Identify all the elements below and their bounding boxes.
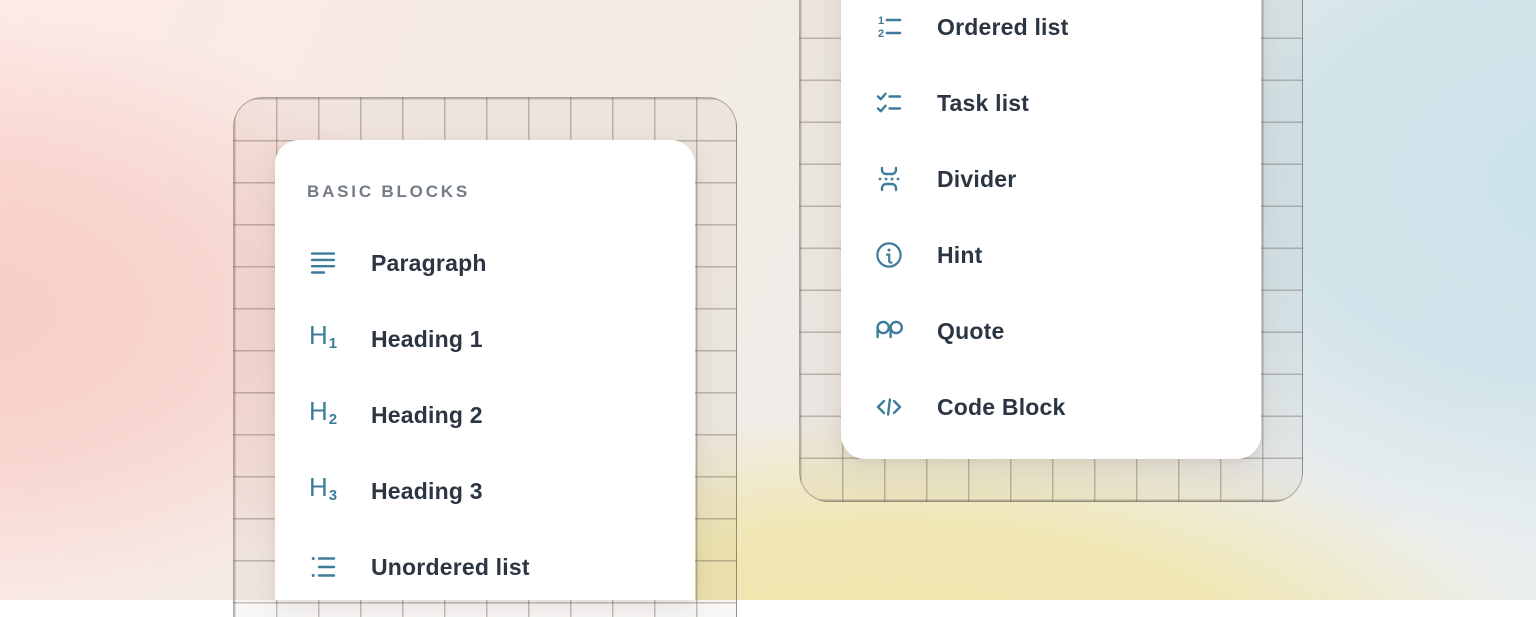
menu-item-label: Heading 2	[371, 402, 483, 429]
unordered-list-icon	[309, 553, 337, 581]
quote-icon	[875, 317, 903, 345]
menu-item-task-list[interactable]: Task list	[841, 77, 1261, 129]
menu-item-ordered-list[interactable]: 1 2 Ordered list	[841, 1, 1261, 53]
menu-item-hint[interactable]: Hint	[841, 229, 1261, 281]
ordered-list-icon: 1 2	[875, 13, 903, 41]
menu-item-unordered-list[interactable]: Unordered list	[275, 541, 695, 593]
menu-item-label: Divider	[937, 166, 1016, 193]
menu-item-label: Hint	[937, 242, 983, 269]
heading-icon-level: 1	[329, 335, 337, 352]
menu-item-heading-2[interactable]: H2 Heading 2	[275, 389, 695, 441]
ordered-icon-digit-2: 2	[878, 28, 884, 40]
menu-item-label: Unordered list	[371, 554, 530, 581]
menu-item-label: Code Block	[937, 394, 1066, 421]
heading-2-icon: H2	[309, 401, 337, 429]
section-header: BASIC BLOCKS	[307, 179, 470, 205]
menu-item-heading-3[interactable]: H3 Heading 3	[275, 465, 695, 517]
heading-1-icon: H1	[309, 325, 337, 353]
hint-icon	[875, 241, 903, 269]
divider-icon	[875, 165, 903, 193]
menu-item-label: Ordered list	[937, 14, 1069, 41]
heading-icon-letter: H	[309, 396, 328, 426]
heading-icon-letter: H	[309, 472, 328, 502]
menu-item-quote[interactable]: Quote	[841, 305, 1261, 357]
menu-item-divider[interactable]: Divider	[841, 153, 1261, 205]
menu-item-code-block[interactable]: Code Block	[841, 381, 1261, 433]
background-gradient	[0, 0, 1536, 600]
menu-item-label: Heading 1	[371, 326, 483, 353]
ordered-icon-digit-1: 1	[878, 15, 884, 27]
task-list-icon	[875, 89, 903, 117]
paragraph-icon	[309, 249, 337, 277]
heading-icon-letter: H	[309, 320, 328, 350]
menu-item-label: Task list	[937, 90, 1029, 117]
heading-icon-level: 3	[329, 487, 337, 504]
menu-item-paragraph[interactable]: Paragraph	[275, 237, 695, 289]
menu-item-label: Quote	[937, 318, 1004, 345]
code-block-icon	[875, 393, 903, 421]
blocks-menu-panel: 1 2 Ordered list Task list	[841, 0, 1261, 459]
menu-item-label: Heading 3	[371, 478, 483, 505]
menu-item-heading-1[interactable]: H1 Heading 1	[275, 313, 695, 365]
basic-blocks-menu-panel: BASIC BLOCKS Paragraph H1 Heading 1 H2 H…	[275, 140, 695, 600]
heading-3-icon: H3	[309, 477, 337, 505]
menu-item-label: Paragraph	[371, 250, 487, 277]
heading-icon-level: 2	[329, 411, 337, 428]
